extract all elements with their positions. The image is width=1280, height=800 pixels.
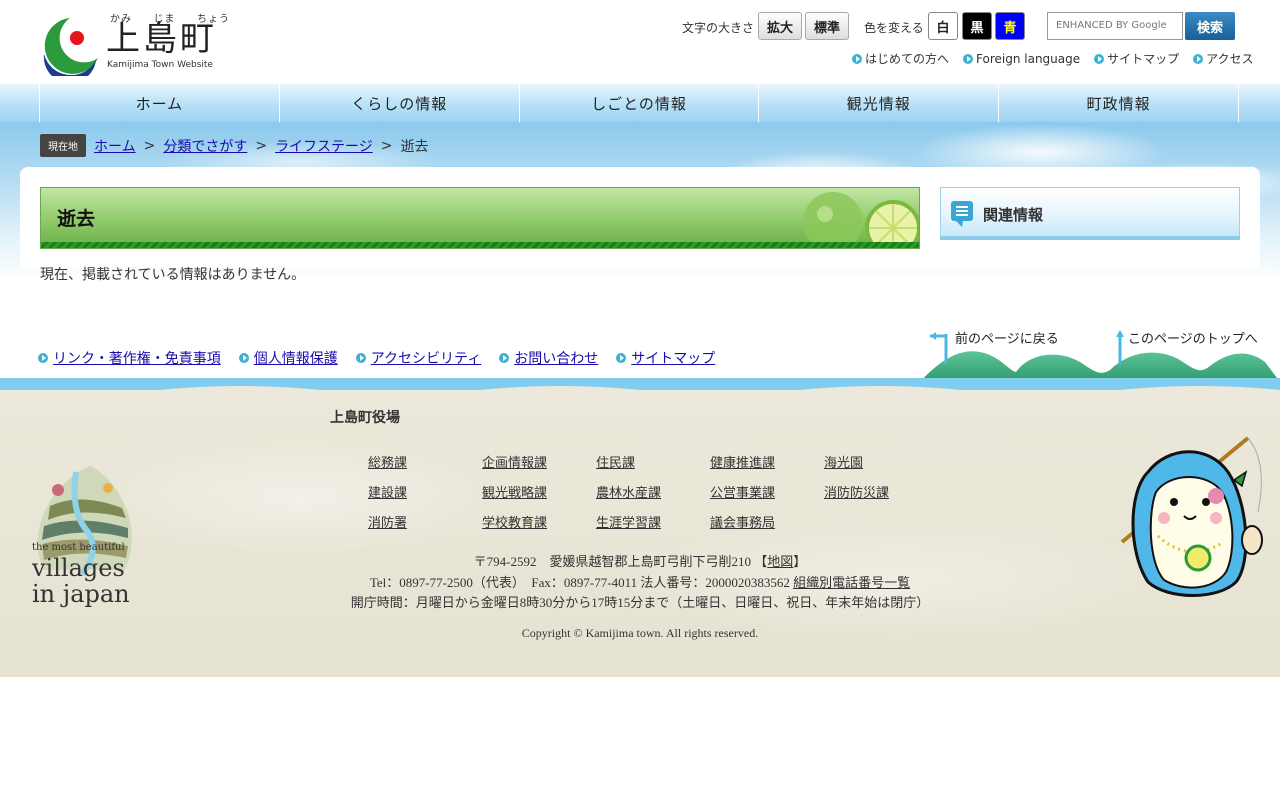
dept-link[interactable]: 学校教育課 [482,512,547,531]
logo-subtitle: Kamijima Town Website [107,60,213,70]
dept-link[interactable]: 議会事務局 [710,512,775,531]
nav-home[interactable]: ホーム [39,84,279,122]
nav-business[interactable]: しごとの情報 [518,84,759,122]
nav-tourism[interactable]: 観光情報 [758,84,998,122]
search-input[interactable]: ENHANCED BY Google [1047,12,1183,40]
arrow-circle-icon [499,353,510,363]
address-text: 〒794-2592 愛媛県越智郡上島町弓削下弓削210 [473,554,752,569]
utility-links: はじめての方へ Foreign language サイトマップ アクセス [852,50,1254,67]
town-emblem-icon [43,18,98,76]
dept-link[interactable]: 生涯学習課 [596,512,661,531]
back-to-top-link[interactable]: このページのトップへ [1128,328,1258,347]
arrow-circle-icon [238,353,249,363]
breadcrumb-separator: > [143,137,156,154]
breadcrumb-badge: 現在地 [40,134,86,157]
breadcrumb-current: 逝去 [400,138,429,155]
link-first-time[interactable]: はじめての方へ [852,50,949,67]
speech-bubble-icon [951,201,973,227]
link-foreign-language-label: Foreign language [976,51,1081,66]
footer-address: 〒794-2592 愛媛県越智郡上島町弓削下弓削210 【地図】 [320,551,960,570]
page-title: 逝去 [57,208,96,230]
arrow-circle-icon [1094,53,1105,64]
breadcrumb-separator: > [380,137,393,154]
nav-town-admin[interactable]: 町政情報 [998,84,1239,122]
color-white-button[interactable]: 白 [928,12,958,40]
lime-icon [803,192,919,244]
dept-link[interactable]: 農林水産課 [596,482,661,501]
copyright: Copyright © Kamijima town. All rights re… [521,626,759,640]
nav-living[interactable]: くらしの情報 [278,84,519,122]
site-logo[interactable]: かみ じま ちょう 上島町 Kamijima Town Website [38,8,229,78]
arrow-circle-icon [852,53,862,64]
dept-link[interactable]: 企画情報課 [482,452,547,471]
link-sitemap[interactable]: サイトマップ [1094,50,1179,67]
breadcrumb: 現在地 ホーム > 分類でさがす > ライフステージ > 逝去 [40,134,429,157]
arrow-circle-icon [616,353,627,363]
dept-link[interactable]: 公営事業課 [710,482,775,501]
office-hours: 開庁時間：月曜日から金曜日8時30分から17時15分まで（土曜日、日曜日、祝日、… [350,595,930,610]
arrow-circle-icon [38,353,48,363]
footer-link-sitemap-label: サイトマップ [631,351,716,367]
link-first-time-label: はじめての方へ [865,52,950,66]
arrow-circle-icon [1193,53,1204,64]
back-to-previous-link[interactable]: 前のページに戻る [955,328,1059,347]
footer-contact: Tel：0897-77-2500（代表） Fax：0897-77-4011 法人… [320,572,960,591]
global-nav: ホーム くらしの情報 しごとの情報 観光情報 町政情報 [0,84,1280,122]
tel-fax-text: Tel：0897-77-2500（代表） Fax：0897-77-4011 法人… [369,575,790,590]
logo-title: 上島町 [106,19,217,59]
phone-list-link[interactable]: 組織別電話番号一覧 [793,575,910,590]
dept-link[interactable]: 健康推進課 [710,452,775,471]
footer-link-accessibility[interactable]: アクセシビリティ [355,348,482,368]
footer-link-contact-label: お問い合わせ [514,351,599,367]
page-title-bar: 逝去 [40,187,920,249]
breadcrumb-category[interactable]: 分類でさがす [163,136,247,156]
arrow-circle-icon [963,53,974,64]
text-size-label: 文字の大きさ [682,21,755,35]
villages-title: villages [32,554,125,582]
text-enlarge-button[interactable]: 拡大 [758,12,802,40]
dept-link[interactable]: 建設課 [368,482,407,501]
search-button[interactable]: 検索 [1185,12,1235,40]
dept-link[interactable]: 海光園 [824,452,863,471]
footer-link-copyright[interactable]: リンク・著作権・免責事項 [38,348,221,368]
link-foreign-language[interactable]: Foreign language [963,50,1080,67]
office-name: 上島町役場 [330,409,400,425]
footer-links: リンク・著作権・免責事項 個人情報保護 アクセシビリティ お問い合わせ サイトマ… [38,348,715,368]
dept-link[interactable]: 消防防災課 [824,482,889,501]
footer-link-copyright-label: リンク・著作権・免責事項 [53,351,221,367]
color-black-button[interactable]: 黒 [962,12,992,40]
villages-subtitle: in japan [32,580,130,608]
map-link[interactable]: 地図 [767,554,793,569]
map-bracket-open: 【 [754,554,768,569]
villages-tagline: the most beautiful [32,542,125,553]
footer-link-privacy-label: 個人情報保護 [253,351,338,367]
text-standard-button[interactable]: 標準 [805,12,849,40]
map-bracket-close: 】 [793,554,807,569]
dept-link[interactable]: 消防署 [368,512,407,531]
footer-wave [0,378,1280,402]
town-mascot-icon [1120,436,1263,597]
dept-link[interactable]: 観光戦略課 [482,482,547,501]
color-change-label: 色を変える [864,21,924,35]
breadcrumb-home[interactable]: ホーム [94,136,136,156]
site-header: かみ じま ちょう 上島町 Kamijima Town Website 文字の大… [0,0,1280,84]
breadcrumb-separator: > [255,137,268,154]
footer-link-contact[interactable]: お問い合わせ [499,348,598,368]
footer-link-privacy[interactable]: 個人情報保護 [238,348,338,368]
color-blue-button[interactable]: 青 [995,12,1025,40]
related-info-header: 関連情報 [940,187,1240,240]
link-sitemap-label: サイトマップ [1107,52,1180,66]
footer-link-accessibility-label: アクセシビリティ [370,351,482,367]
link-access-label: アクセス [1206,52,1254,66]
no-info-message: 現在、掲載されている情報はありません。 [40,267,306,283]
breadcrumb-life-stage[interactable]: ライフステージ [275,136,373,156]
link-access[interactable]: アクセス [1193,50,1254,67]
dept-link[interactable]: 住民課 [596,452,635,471]
footer-link-sitemap[interactable]: サイトマップ [616,348,715,368]
arrow-circle-icon [355,353,366,363]
related-info-title: 関連情報 [983,206,1044,224]
dept-link[interactable]: 総務課 [368,452,407,471]
